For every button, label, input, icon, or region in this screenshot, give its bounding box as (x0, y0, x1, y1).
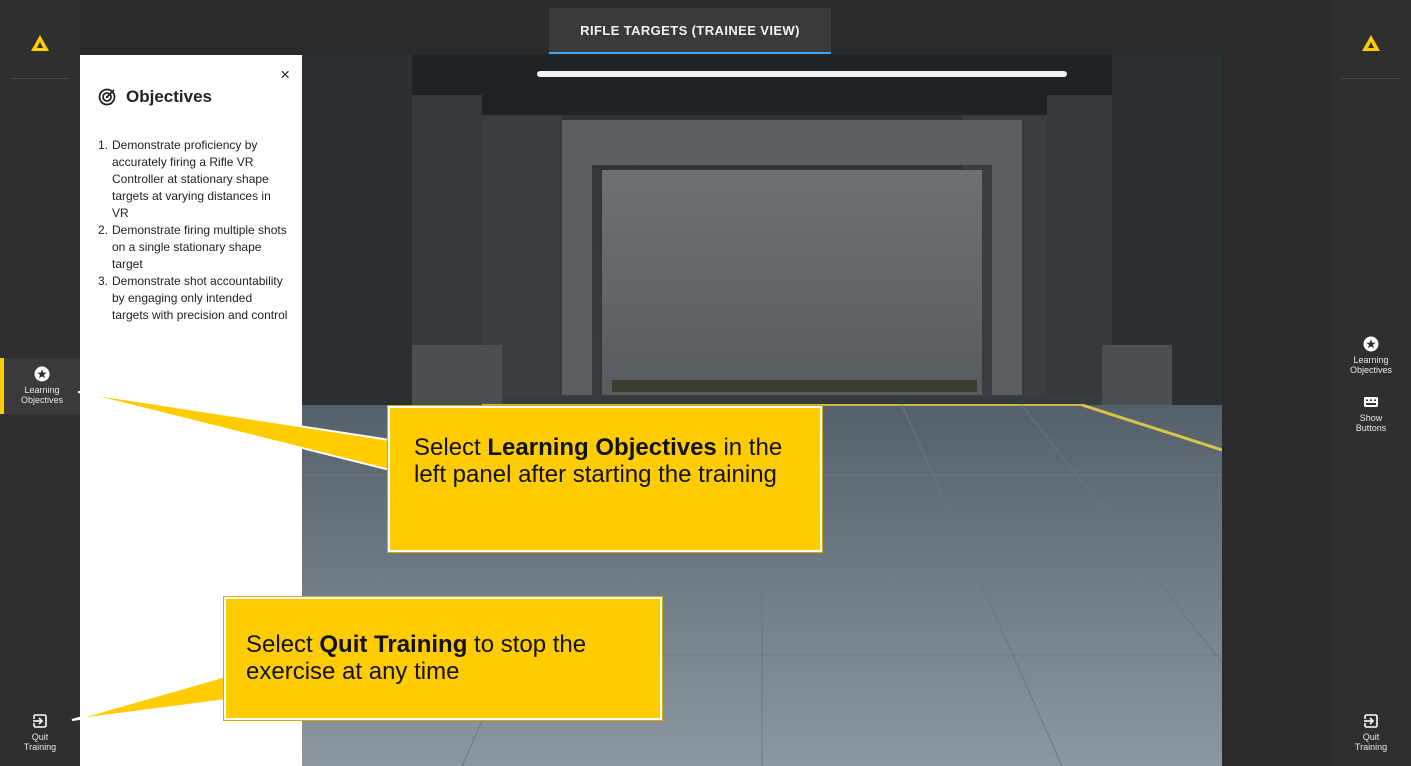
objective-item: 2. Demonstrate firing multiple shots on … (98, 222, 288, 273)
objective-number: 3. (98, 274, 109, 288)
target-icon (98, 88, 116, 106)
callout-text-bold: Learning Objectives (487, 434, 717, 461)
right-learning-objectives-button[interactable]: Learning Objectives (1331, 336, 1411, 375)
close-icon[interactable]: × (280, 66, 290, 83)
callout-text-pre: Select (414, 434, 488, 461)
tab-rifle-targets[interactable]: RIFLE TARGETS (TRAINEE VIEW) (549, 8, 831, 54)
objective-number: 1. (98, 138, 109, 152)
callout-text-bold: Quit Training (319, 631, 468, 658)
right-quit-training-label-1: Quit (1362, 732, 1380, 742)
warning-triangle-icon (31, 35, 49, 51)
rail-divider (1341, 78, 1401, 79)
app-frame: RIFLE TARGETS (TRAINEE VIEW) Learning Ob… (0, 0, 1411, 766)
rail-divider (10, 78, 70, 79)
objective-text: Demonstrate firing multiple shots on a s… (112, 223, 287, 271)
objective-text: Demonstrate shot accountability by engag… (112, 274, 288, 322)
right-learning-objectives-label-1: Learning (1353, 355, 1389, 365)
callout-text-pre: Select (246, 631, 320, 658)
learning-objectives-callout: Select Learning Objectives in the left p… (388, 406, 822, 552)
quit-training-button[interactable]: Quit Training (0, 713, 80, 752)
show-buttons-button[interactable]: Show Buttons (1331, 394, 1411, 433)
exit-icon (33, 714, 47, 728)
quit-training-callout: Select Quit Training to stop the exercis… (224, 597, 662, 720)
star-badge-icon (1363, 336, 1379, 352)
left-rail: Learning Objectives Quit Training (0, 0, 80, 766)
objectives-title: Objectives (126, 87, 212, 106)
quit-training-label-1: Quit (31, 732, 49, 742)
objective-item: 1. Demonstrate proficiency by accurately… (98, 137, 288, 222)
objective-text: Demonstrate proficiency by accurately fi… (112, 138, 271, 220)
learning-objectives-label-1: Learning (24, 385, 60, 395)
objectives-heading: Objectives (98, 87, 212, 107)
objective-number: 2. (98, 223, 109, 237)
right-learning-objectives-label-2: Objectives (1349, 365, 1393, 375)
show-buttons-label-1: Show (1359, 413, 1383, 423)
objective-item: 3. Demonstrate shot accountability by en… (98, 273, 288, 324)
top-bar: RIFLE TARGETS (TRAINEE VIEW) (80, 0, 1222, 55)
right-band (1222, 0, 1331, 766)
show-buttons-label-2: Buttons (1355, 423, 1387, 433)
warning-triangle-icon (1362, 35, 1380, 51)
learning-objectives-button[interactable]: Learning Objectives (0, 358, 80, 414)
learning-objectives-label-2: Objectives (20, 395, 64, 405)
right-quit-training-button[interactable]: Quit Training (1331, 713, 1411, 752)
right-rail: Learning Objectives Show Buttons Quit Tr… (1331, 0, 1411, 766)
right-quit-training-label-2: Training (1354, 742, 1388, 752)
keyboard-icon (1364, 397, 1378, 407)
objectives-list: 1. Demonstrate proficiency by accurately… (98, 137, 288, 324)
star-badge-icon (34, 366, 50, 382)
exit-icon (1364, 714, 1378, 728)
quit-training-label-2: Training (23, 742, 57, 752)
